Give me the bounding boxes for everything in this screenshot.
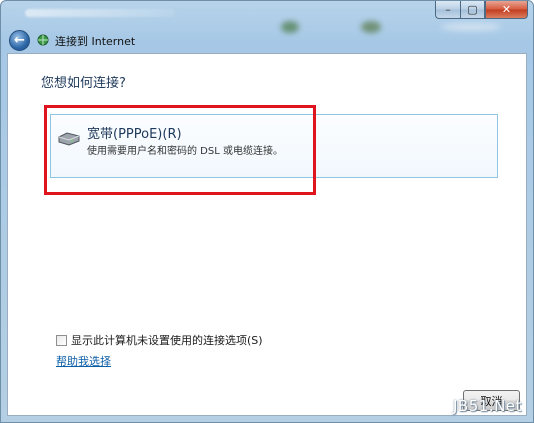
connect-to-internet-window: – ▢ ✕ ← 连接到 Internet 您想如何连接? 宽带(PPPoE)(R… [0, 0, 534, 423]
help-me-choose-link[interactable]: 帮助我选择 [56, 353, 111, 369]
back-arrow-icon: ← [14, 33, 25, 48]
highlight-annotation-box [44, 105, 316, 195]
minimize-button[interactable]: – [435, 1, 460, 19]
show-options-checkbox[interactable] [56, 334, 67, 346]
site-watermark: JB51.Net [453, 397, 522, 415]
blurred-title-text [25, 9, 175, 17]
window-title: 连接到 Internet [55, 35, 136, 48]
close-icon: ✕ [501, 3, 512, 16]
caption-buttons: – ▢ ✕ [435, 1, 528, 20]
navigation-bar: ← 连接到 Internet [1, 28, 533, 54]
show-options-row[interactable]: 显示此计算机未设置使用的连接选项(S) [56, 332, 263, 348]
show-options-label[interactable]: 显示此计算机未设置使用的连接选项(S) [71, 332, 263, 348]
back-button[interactable]: ← [9, 30, 30, 51]
minimize-icon: – [445, 3, 451, 16]
maximize-icon: ▢ [467, 3, 478, 16]
wizard-content: 您想如何连接? 宽带(PPPoE)(R) 使用需要用户名和密码的 DSL 或电缆… [7, 53, 527, 416]
page-heading: 您想如何连接? [41, 76, 126, 91]
network-icon [37, 34, 49, 46]
close-button[interactable]: ✕ [485, 1, 528, 19]
maximize-button[interactable]: ▢ [460, 1, 485, 19]
title-bar[interactable]: – ▢ ✕ [1, 1, 533, 33]
